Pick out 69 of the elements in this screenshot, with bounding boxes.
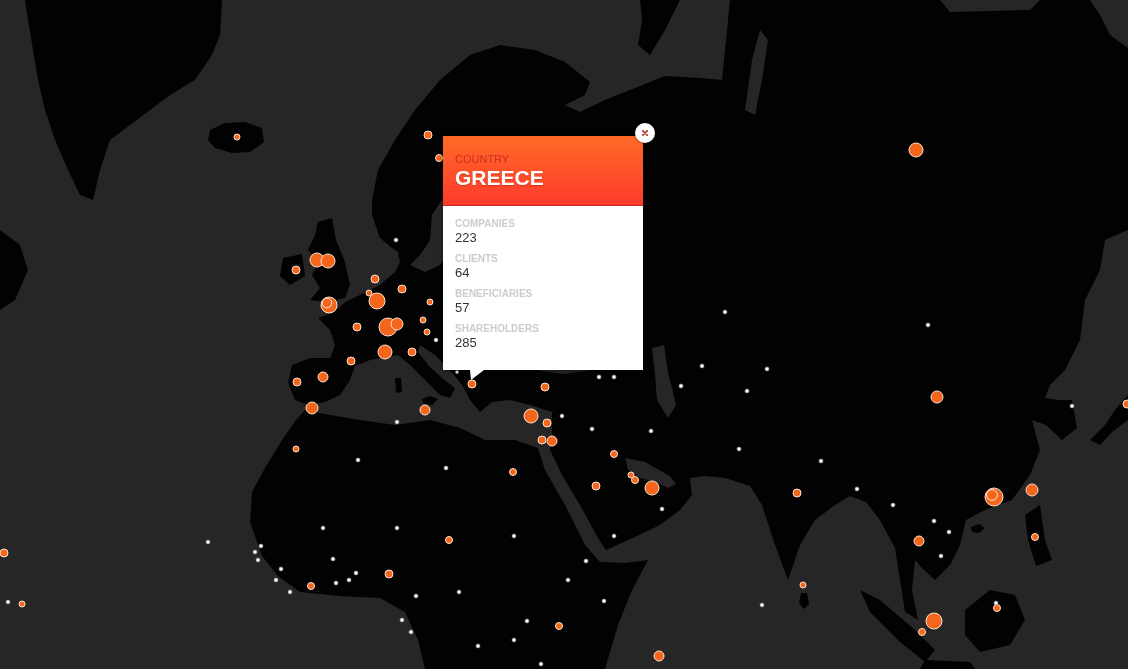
map-marker-icon[interactable] <box>946 529 952 535</box>
island <box>799 593 809 609</box>
map-marker-icon[interactable] <box>5 599 11 605</box>
country-name: GREECE <box>455 165 544 190</box>
map-marker-icon[interactable] <box>538 661 544 667</box>
field-value: 223 <box>455 230 477 246</box>
map-marker-icon[interactable] <box>333 580 339 586</box>
map-marker-icon[interactable] <box>565 577 571 583</box>
island <box>638 0 680 55</box>
island <box>422 396 438 405</box>
map-marker-icon[interactable] <box>736 446 742 452</box>
island <box>395 378 402 393</box>
map-marker-icon[interactable] <box>611 533 617 539</box>
map-marker-icon[interactable] <box>764 366 770 372</box>
map-marker-icon[interactable] <box>287 589 293 595</box>
map-marker-icon[interactable] <box>611 374 617 380</box>
island <box>1025 505 1052 566</box>
map-marker-icon[interactable] <box>722 309 728 315</box>
map-marker-icon[interactable] <box>601 598 607 604</box>
close-icon <box>642 130 648 136</box>
map-marker-icon[interactable] <box>854 486 860 492</box>
field-value: 57 <box>455 300 470 316</box>
map-marker-icon[interactable] <box>273 577 279 583</box>
map-marker-icon[interactable] <box>890 502 896 508</box>
map-marker-icon[interactable] <box>433 337 439 343</box>
map-marker-icon[interactable] <box>511 637 517 643</box>
map-marker-icon[interactable] <box>931 518 937 524</box>
map-marker-icon[interactable] <box>355 457 361 463</box>
map-marker-icon[interactable] <box>394 525 400 531</box>
field-value: 64 <box>455 265 470 281</box>
map-marker-icon[interactable] <box>346 577 352 583</box>
island <box>971 524 985 533</box>
map-marker-icon[interactable] <box>648 428 654 434</box>
map-marker-icon[interactable] <box>393 237 399 243</box>
map-marker-icon[interactable] <box>925 322 931 328</box>
map-marker-icon[interactable] <box>278 566 284 572</box>
map-marker-icon[interactable] <box>320 525 326 531</box>
map-marker-icon[interactable] <box>394 419 400 425</box>
map-marker-icon[interactable] <box>583 558 589 564</box>
map-marker-icon[interactable] <box>353 570 359 576</box>
map-marker-icon[interactable] <box>559 413 565 419</box>
map-marker-icon[interactable] <box>205 539 211 545</box>
island <box>965 590 1025 652</box>
field-value: 285 <box>455 335 477 351</box>
island <box>1090 395 1128 445</box>
map-marker-icon[interactable] <box>1069 403 1075 409</box>
map-marker-icon[interactable] <box>511 533 517 539</box>
map-marker-icon[interactable] <box>596 374 602 380</box>
map-marker-icon[interactable] <box>399 617 405 623</box>
map-marker-icon[interactable] <box>589 426 595 432</box>
map-marker-icon[interactable] <box>252 549 258 555</box>
map-marker-icon[interactable] <box>818 458 824 464</box>
map-marker-icon[interactable] <box>678 383 684 389</box>
map-marker-icon[interactable] <box>413 593 419 599</box>
map-marker-icon[interactable] <box>659 506 665 512</box>
map-marker-icon[interactable] <box>255 557 261 563</box>
map-marker-icon[interactable] <box>524 618 530 624</box>
map-marker-icon[interactable] <box>455 370 459 374</box>
map-marker-icon[interactable] <box>456 589 462 595</box>
map-marker-icon[interactable] <box>938 553 944 559</box>
map-marker-icon[interactable] <box>443 465 449 471</box>
map-marker-icon[interactable] <box>258 543 264 549</box>
map-marker-icon[interactable] <box>699 363 705 369</box>
map-marker-icon[interactable] <box>475 643 481 649</box>
map-marker-icon[interactable] <box>993 600 999 606</box>
map-marker-icon[interactable] <box>744 388 750 394</box>
map-marker-icon[interactable] <box>330 556 336 562</box>
map-marker-icon[interactable] <box>408 629 414 635</box>
map-marker-icon[interactable] <box>759 602 765 608</box>
